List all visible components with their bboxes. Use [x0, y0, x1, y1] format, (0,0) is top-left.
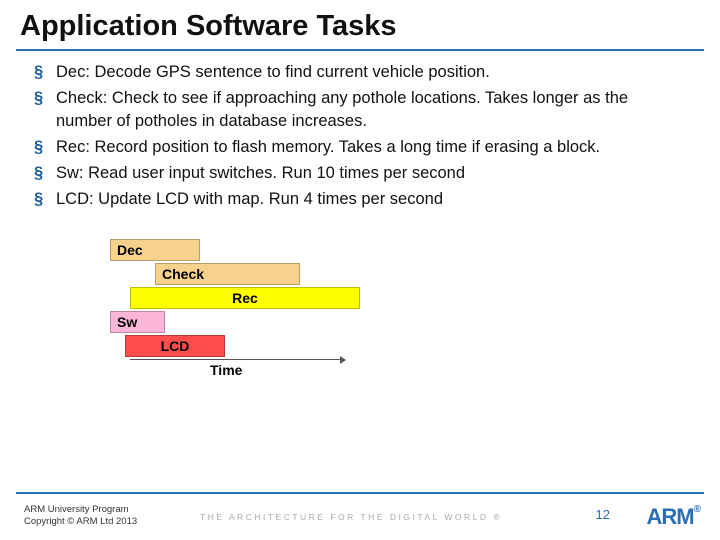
bullet-item: LCD: Update LCD with map. Run 4 times pe… [56, 188, 680, 210]
task-bar-dec: Dec [110, 239, 200, 261]
time-axis-label: Time [210, 362, 242, 378]
footer-copyright: Copyright © ARM Ltd 2013 [24, 516, 137, 528]
bullet-item: Check: Check to see if approaching any p… [56, 87, 680, 132]
slide-title: Application Software Tasks [0, 0, 720, 49]
task-bar-check: Check [155, 263, 300, 285]
time-axis: Time [130, 359, 340, 377]
task-bar-rec: Rec [130, 287, 360, 309]
arm-logo: ARM® [647, 504, 700, 530]
title-underline [16, 49, 704, 51]
footer-program: ARM University Program [24, 504, 137, 516]
bullet-list: Dec: Decode GPS sentence to find current… [0, 61, 720, 211]
footer-tagline: THE ARCHITECTURE FOR THE DIGITAL WORLD ® [200, 512, 502, 522]
bullet-item: Sw: Read user input switches. Run 10 tim… [56, 162, 680, 184]
task-bar-lcd: LCD [125, 335, 225, 357]
footer-divider [16, 492, 704, 494]
task-bar-sw: Sw [110, 311, 165, 333]
task-duration-chart: Dec Check Rec Sw LCD Time [110, 239, 410, 377]
bullet-item: Dec: Decode GPS sentence to find current… [56, 61, 680, 83]
page-number: 12 [596, 507, 610, 522]
footer-attribution: ARM University Program Copyright © ARM L… [24, 504, 137, 528]
bullet-item: Rec: Record position to flash memory. Ta… [56, 136, 680, 158]
